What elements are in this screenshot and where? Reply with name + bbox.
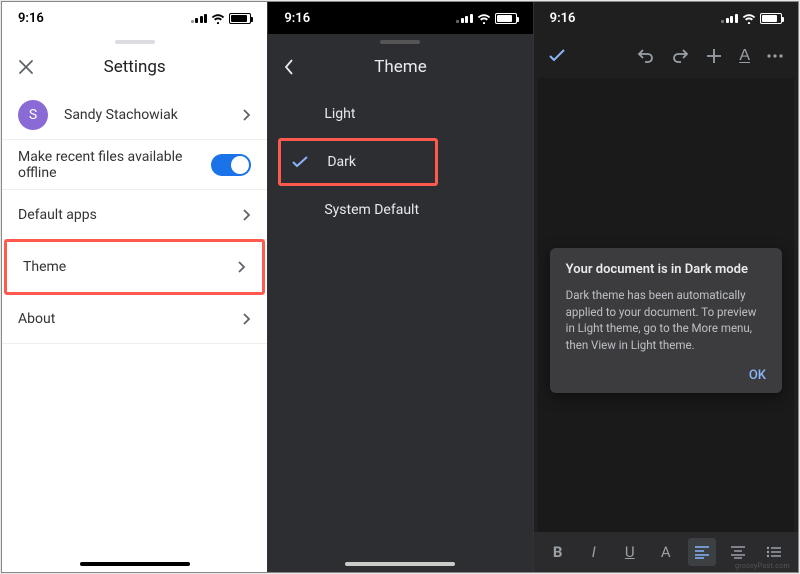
- align-left-button[interactable]: [688, 538, 716, 566]
- status-indicators: [721, 12, 782, 24]
- add-icon[interactable]: [705, 47, 723, 65]
- offline-label: Make recent files available offline: [18, 149, 211, 181]
- bold-button[interactable]: B: [544, 538, 572, 566]
- default-apps-label: Default apps: [18, 207, 243, 223]
- text-format-icon[interactable]: A: [739, 47, 750, 65]
- watermark: groovyPost.com: [735, 562, 790, 570]
- status-bar: 9:16: [268, 2, 532, 34]
- theme-option-dark[interactable]: Dark: [281, 141, 435, 183]
- home-indicator: [345, 562, 455, 566]
- editor-toolbar: A: [534, 34, 798, 78]
- theme-option-light[interactable]: Light: [268, 90, 532, 138]
- dialog-title: Your document is in Dark mode: [566, 262, 766, 277]
- text-color-button[interactable]: A: [652, 538, 680, 566]
- theme-option-system[interactable]: System Default: [268, 186, 532, 234]
- more-icon[interactable]: [766, 47, 784, 65]
- about-label: About: [18, 311, 243, 327]
- about-row[interactable]: About: [2, 294, 267, 344]
- default-apps-row[interactable]: Default apps: [2, 190, 267, 240]
- theme-option-label: Dark: [327, 154, 356, 170]
- wifi-icon: [742, 12, 756, 24]
- document-area[interactable]: Your document is in Dark mode Dark theme…: [538, 78, 794, 532]
- status-time: 9:16: [550, 11, 576, 26]
- wifi-icon: [477, 12, 491, 24]
- status-indicators: [456, 12, 517, 24]
- battery-icon: [229, 13, 251, 24]
- settings-header: Settings: [2, 44, 267, 90]
- settings-title: Settings: [2, 57, 267, 77]
- avatar: S: [18, 100, 48, 130]
- theme-option-dark-highlight: Dark: [278, 138, 438, 186]
- offline-toggle[interactable]: [211, 154, 251, 176]
- theme-row-highlight: Theme: [4, 239, 265, 295]
- account-name: Sandy Stachowiak: [64, 107, 243, 123]
- redo-icon[interactable]: [671, 47, 689, 65]
- check-icon: [291, 156, 309, 168]
- theme-header: Theme: [268, 44, 532, 90]
- underline-button[interactable]: U: [616, 538, 644, 566]
- theme-screen: 9:16 Theme Light Dark System Default: [267, 2, 532, 572]
- chevron-right-icon: [243, 109, 251, 121]
- theme-row[interactable]: Theme: [7, 242, 262, 292]
- italic-button[interactable]: I: [580, 538, 608, 566]
- home-indicator: [80, 562, 190, 566]
- settings-screen: 9:16 Settings S Sandy Stachowiak Make re…: [2, 2, 267, 572]
- dialog-ok-button[interactable]: OK: [566, 368, 766, 383]
- dark-mode-dialog: Your document is in Dark mode Dark theme…: [550, 248, 782, 393]
- status-time: 9:16: [284, 11, 310, 26]
- cellular-icon: [456, 14, 473, 23]
- editor-screen: 9:16 A Your document is in Dark mode Dar…: [533, 2, 798, 572]
- status-bar: 9:16: [2, 2, 267, 34]
- wifi-icon: [211, 12, 225, 24]
- chevron-right-icon: [243, 313, 251, 325]
- undo-icon[interactable]: [637, 47, 655, 65]
- status-indicators: [191, 12, 252, 24]
- dialog-body: Dark theme has been automatically applie…: [566, 287, 766, 354]
- chevron-right-icon: [243, 209, 251, 221]
- status-time: 9:16: [18, 11, 44, 26]
- cellular-icon: [721, 14, 738, 23]
- status-bar: 9:16: [534, 2, 798, 34]
- theme-option-label: Light: [324, 106, 355, 122]
- offline-row[interactable]: Make recent files available offline: [2, 140, 267, 190]
- theme-option-label: System Default: [324, 202, 419, 218]
- chevron-right-icon: [238, 261, 246, 273]
- theme-label: Theme: [23, 259, 238, 275]
- battery-icon: [495, 13, 517, 24]
- theme-title: Theme: [268, 57, 532, 77]
- done-check-icon[interactable]: [548, 47, 566, 65]
- account-row[interactable]: S Sandy Stachowiak: [2, 90, 267, 140]
- cellular-icon: [191, 14, 208, 23]
- battery-icon: [760, 13, 782, 24]
